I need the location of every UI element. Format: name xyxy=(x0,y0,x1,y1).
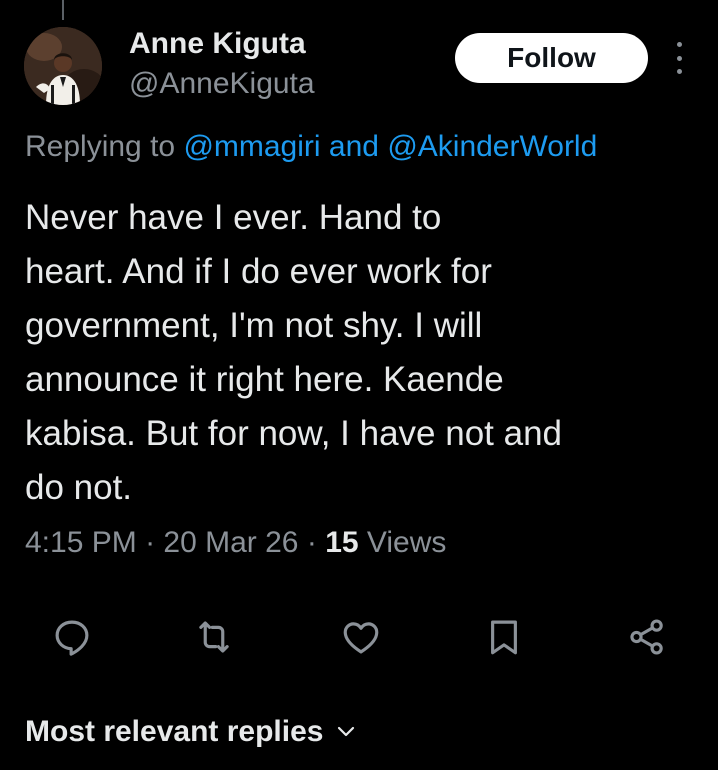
more-options-icon[interactable] xyxy=(668,42,690,74)
reply-button[interactable] xyxy=(47,612,97,662)
share-button[interactable] xyxy=(622,612,672,662)
more-dot xyxy=(676,69,682,74)
mention-link[interactable]: @AkinderWorld xyxy=(387,130,597,163)
like-button[interactable] xyxy=(336,612,386,662)
bookmark-icon xyxy=(491,620,517,655)
share-icon xyxy=(630,619,663,655)
author-name[interactable]: Anne Kiguta xyxy=(129,26,306,62)
tweet-meta: 4:15 PM · 20 Mar 26 · 15 Views xyxy=(25,523,446,563)
like-icon xyxy=(343,622,379,654)
reply-connector: and xyxy=(328,130,379,163)
meta-separator: · xyxy=(145,526,156,559)
tweet-text: Never have I ever. Hand to heart. And if… xyxy=(25,198,563,507)
retweet-icon xyxy=(199,621,229,653)
avatar[interactable] xyxy=(24,27,102,105)
more-dot xyxy=(676,55,682,61)
tweet-time[interactable]: 4:15 PM xyxy=(25,526,137,559)
meta-separator: · xyxy=(306,526,317,559)
avatar-image xyxy=(24,27,102,105)
tweet-date[interactable]: 20 Mar 26 xyxy=(163,526,298,559)
follow-button[interactable]: Follow xyxy=(455,33,648,83)
retweet-button[interactable] xyxy=(189,612,239,662)
reply-context: Replying to @mmagiri and @AkinderWorld xyxy=(25,128,597,166)
reply-prefix: Replying to xyxy=(25,130,176,163)
author-handle[interactable]: @AnneKiguta xyxy=(129,66,315,102)
action-bar xyxy=(0,612,718,662)
bookmark-button[interactable] xyxy=(479,612,529,662)
thread-connector-line xyxy=(62,0,64,20)
views-count[interactable]: 15 xyxy=(325,526,358,559)
views-label[interactable]: Views xyxy=(367,526,446,559)
mention-link[interactable]: @mmagiri xyxy=(183,130,320,163)
reply-icon xyxy=(55,620,89,656)
chevron-down-icon xyxy=(337,726,355,738)
replies-sort-label: Most relevant replies xyxy=(25,715,324,748)
more-dot xyxy=(676,42,682,47)
replies-sort-selector[interactable]: Most relevant replies xyxy=(25,712,355,752)
